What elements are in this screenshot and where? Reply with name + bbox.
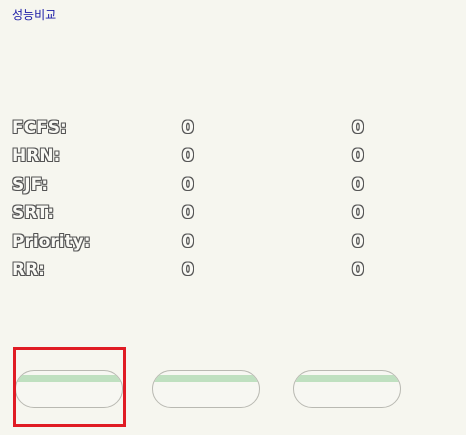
- row-label: SRT:: [12, 203, 55, 224]
- row-value-a: 0: [182, 146, 194, 167]
- row-label: HRN:: [12, 146, 61, 167]
- row-value-a: 0: [182, 231, 194, 252]
- row-label: Priority:: [12, 231, 91, 252]
- row-value-a: 0: [182, 203, 194, 224]
- row-value-b: 0: [352, 174, 364, 195]
- row-label: RR:: [12, 259, 45, 280]
- selection-highlight: [13, 347, 126, 427]
- result-row-srt: SRT: 0 0: [12, 203, 372, 231]
- result-row-hrn: HRN: 0 0: [12, 146, 372, 174]
- result-row-rr: RR: 0 0: [12, 260, 372, 288]
- row-value-b: 0: [352, 118, 364, 138]
- pill-button-2[interactable]: [152, 370, 260, 408]
- results-table: FCFS: 0 0 HRN: 0 0 SJF: 0 0 SRT: 0 0 Pri…: [12, 118, 372, 288]
- row-label: FCFS:: [12, 118, 67, 138]
- result-row-fcfs: FCFS: 0 0: [12, 118, 372, 146]
- performance-comparison-link[interactable]: 성능비교: [12, 6, 56, 23]
- row-value-b: 0: [352, 259, 364, 280]
- result-row-sjf: SJF: 0 0: [12, 175, 372, 203]
- row-value-a: 0: [182, 259, 194, 280]
- row-value-b: 0: [352, 146, 364, 167]
- row-value-b: 0: [352, 231, 364, 252]
- button-stripe: [153, 375, 259, 382]
- row-value-a: 0: [182, 174, 194, 195]
- pill-button-3[interactable]: [293, 370, 401, 408]
- button-stripe: [294, 375, 400, 382]
- row-label: SJF:: [12, 174, 49, 195]
- result-row-priority: Priority: 0 0: [12, 232, 372, 260]
- row-value-a: 0: [182, 118, 194, 138]
- row-value-b: 0: [352, 203, 364, 224]
